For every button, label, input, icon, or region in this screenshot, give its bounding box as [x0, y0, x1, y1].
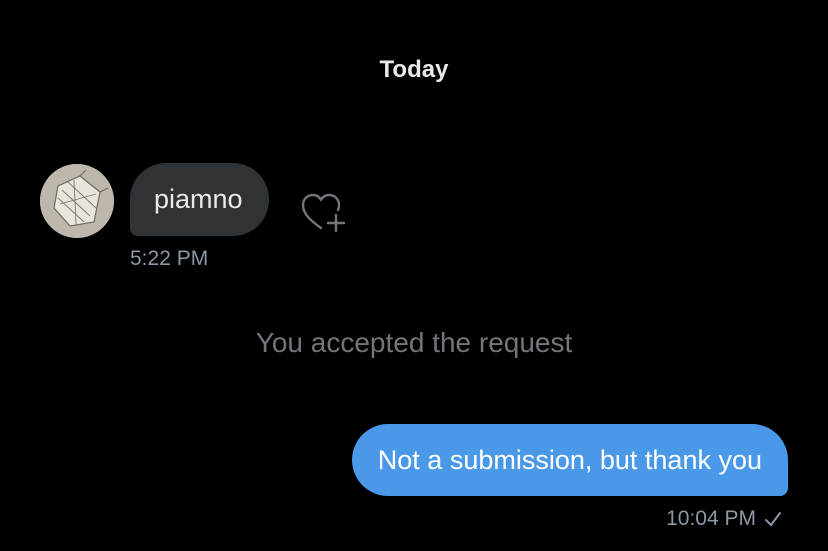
- incoming-timestamp: 5:22 PM: [130, 247, 209, 270]
- request-accepted-notice: You accepted the request: [255, 327, 573, 358]
- day-header: Today: [379, 56, 449, 83]
- heart-plus-icon[interactable]: [300, 192, 346, 234]
- outgoing-message-bubble[interactable]: Not a submission, but thank you: [351, 424, 788, 496]
- outgoing-timestamp: 10:04 PM: [666, 507, 756, 530]
- check-icon: [765, 512, 781, 526]
- incoming-message-bubble[interactable]: piamno: [130, 163, 269, 236]
- avatar-image: [40, 164, 114, 238]
- outgoing-message-text: Not a submission, but thank you: [377, 444, 762, 475]
- incoming-message-text: piamno: [154, 184, 243, 214]
- outgoing-message-meta: 10:04 PM: [666, 507, 782, 531]
- avatar[interactable]: [40, 164, 114, 238]
